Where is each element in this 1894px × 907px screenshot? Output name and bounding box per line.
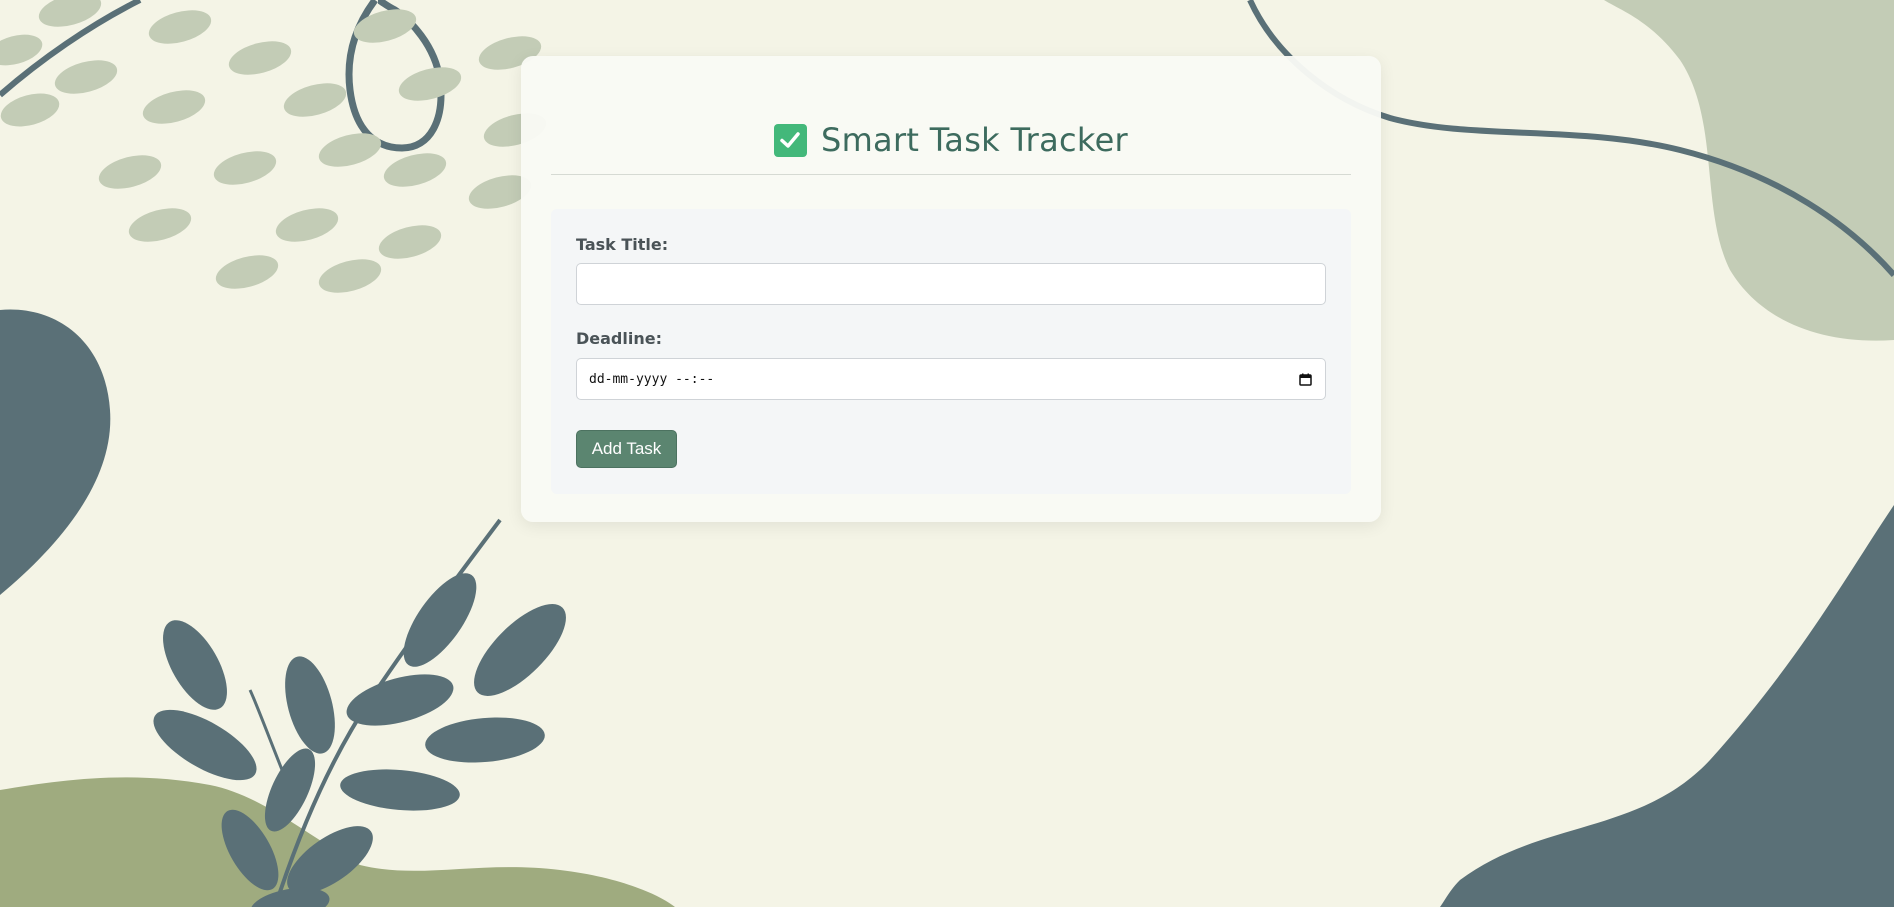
deadline-placeholder: dd-mm-yyyy --:-- bbox=[589, 371, 715, 387]
bottom-right-blob bbox=[1440, 505, 1894, 907]
task-card: Smart Task Tracker Task Title: Deadline:… bbox=[521, 56, 1381, 522]
task-title-label: Task Title: bbox=[576, 235, 669, 254]
header: Smart Task Tracker bbox=[551, 114, 1351, 175]
check-box-icon bbox=[773, 123, 807, 157]
deadline-label: Deadline: bbox=[576, 329, 662, 348]
page-title: Smart Task Tracker bbox=[820, 121, 1129, 159]
task-form: Task Title: Deadline: dd-mm-yyyy --:-- A… bbox=[551, 209, 1351, 494]
deadline-input[interactable]: dd-mm-yyyy --:-- bbox=[576, 358, 1326, 400]
left-blob bbox=[0, 309, 111, 595]
calendar-icon[interactable] bbox=[1297, 371, 1313, 387]
seed-pattern bbox=[0, 0, 547, 293]
task-title-input[interactable] bbox=[576, 263, 1326, 305]
add-task-button[interactable]: Add Task bbox=[576, 430, 677, 468]
